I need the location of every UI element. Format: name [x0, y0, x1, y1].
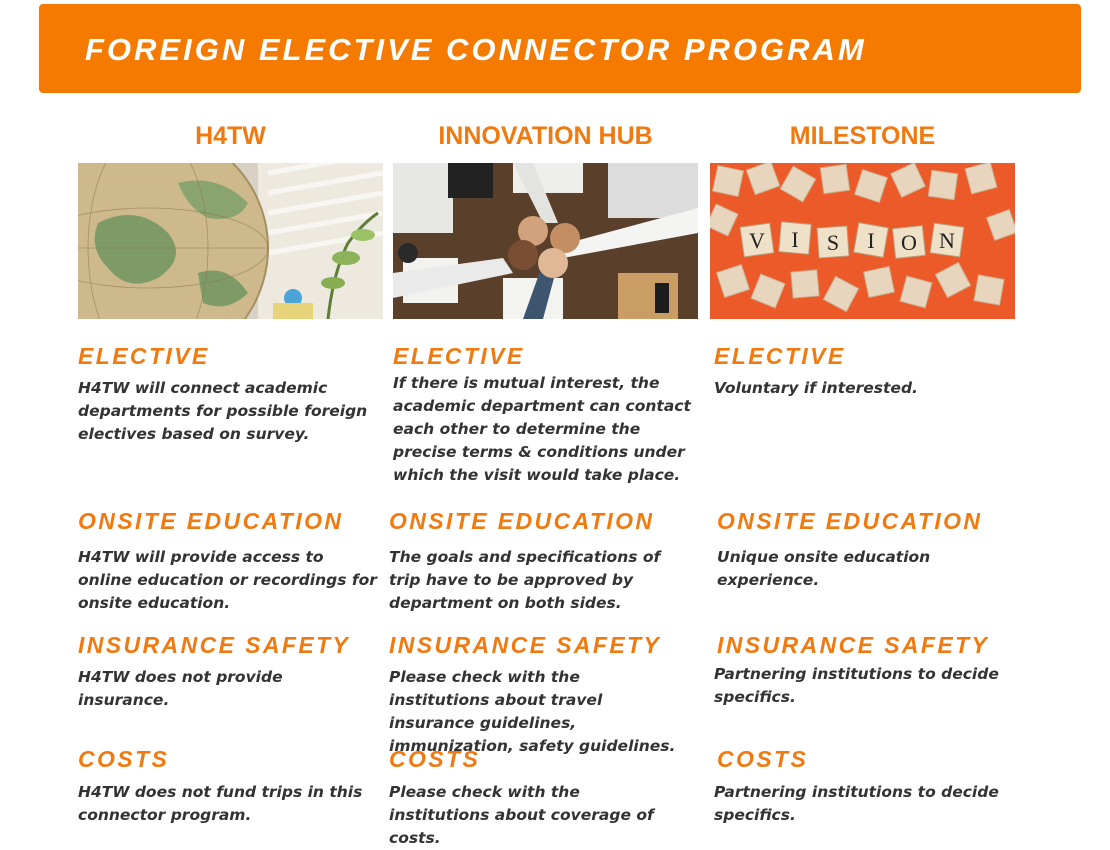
- svg-text:V: V: [749, 228, 765, 253]
- section-heading-elective: ELECTIVE: [78, 343, 210, 369]
- svg-text:I: I: [867, 228, 874, 253]
- section-text-costs: Partnering institutions to decide specif…: [714, 783, 999, 824]
- column-title: MILESTONE: [789, 122, 936, 150]
- section-text-insurance-safety: Partnering institutions to decide specif…: [714, 665, 999, 706]
- column-h4tw: H4TW ELECTIVE H4TW will connect academic…: [78, 0, 383, 833]
- section-heading-onsite-education: ONSITE EDUCATION: [717, 508, 983, 534]
- column-innovation-hub: INNOVATION HUB ELECTIVE If there is mutu…: [389, 0, 698, 847]
- section-text-costs: Please check with the institutions about…: [389, 783, 654, 847]
- vision-tiles-photo: V I S I ON: [710, 163, 1015, 319]
- column-title: H4TW: [195, 122, 266, 150]
- section-heading-costs: COSTS: [78, 746, 170, 772]
- section-heading-costs: COSTS: [717, 746, 809, 772]
- section-text-onsite-education: The goals and specifications of trip hav…: [389, 548, 661, 612]
- svg-text:N: N: [939, 228, 955, 253]
- section-text-costs: H4TW does not fund trips in this connect…: [78, 783, 363, 824]
- section-heading-insurance-safety: INSURANCE SAFETY: [78, 632, 351, 658]
- section-text-insurance-safety: Please check with the institutions about…: [389, 668, 676, 755]
- column-title: INNOVATION HUB: [438, 122, 653, 150]
- svg-text:S: S: [827, 230, 839, 255]
- globe-photo: [78, 163, 383, 319]
- column-milestone: MILESTONE V I S I O N ELECTIVE Voluntary…: [710, 0, 1015, 833]
- section-heading-costs: COSTS: [389, 746, 481, 772]
- section-heading-elective: ELECTIVE: [393, 343, 525, 369]
- section-heading-elective: ELECTIVE: [714, 343, 846, 369]
- section-text-onsite-education: H4TW will provide access to online educa…: [78, 548, 377, 612]
- section-heading-insurance-safety: INSURANCE SAFETY: [717, 632, 990, 658]
- svg-text:O: O: [901, 230, 917, 255]
- svg-text:I: I: [791, 227, 798, 252]
- fist-bump-photo: [393, 163, 698, 319]
- section-text-elective: If there is mutual interest, the academi…: [393, 374, 691, 484]
- section-heading-onsite-education: ONSITE EDUCATION: [78, 508, 344, 534]
- section-text-onsite-education: Unique onsite education experience.: [717, 548, 931, 589]
- section-text-insurance-safety: H4TW does not provide insurance.: [78, 668, 283, 709]
- section-heading-onsite-education: ONSITE EDUCATION: [389, 508, 655, 534]
- section-heading-insurance-safety: INSURANCE SAFETY: [389, 632, 662, 658]
- section-text-elective: Voluntary if interested.: [714, 379, 918, 397]
- section-text-elective: H4TW will connect academic departments f…: [78, 379, 368, 443]
